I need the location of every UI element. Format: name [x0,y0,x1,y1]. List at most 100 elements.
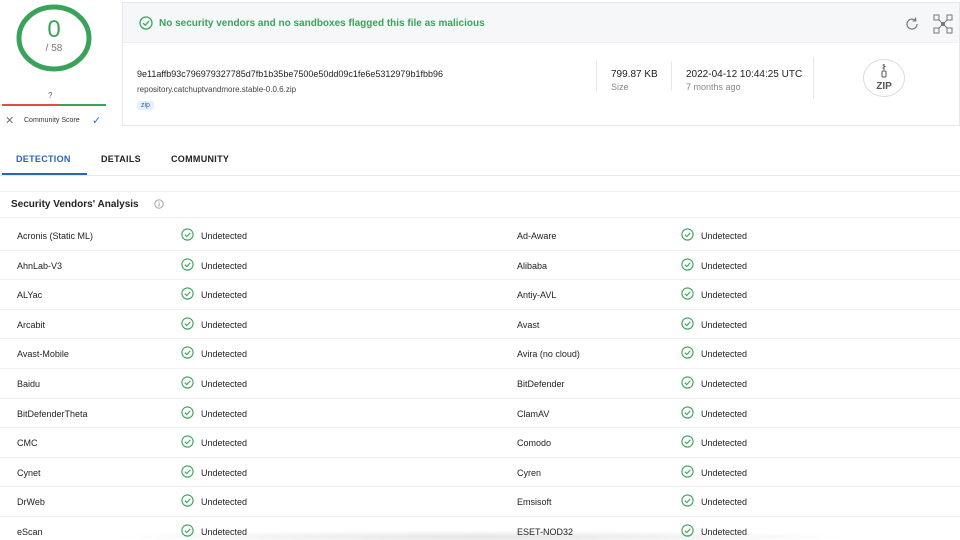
vendor-name: Emsisoft [517,497,552,508]
zip-file-icon: ZIP [863,59,905,97]
vendor-name: Avast [517,319,540,330]
detection-result-label: Undetected [201,290,248,301]
divider [596,61,597,91]
detection-result-label: Undetected [701,319,748,330]
tab-community[interactable]: COMMUNITY [171,154,229,164]
check-circle-icon [681,405,694,419]
vendor-name: eScan [17,526,43,537]
detection-result-label: Undetected [201,408,248,419]
vendor-name: Acronis (Static ML) [17,231,94,241]
checkmark-icon[interactable]: ✓ [92,114,101,127]
table-row: Cynet Undetected Cyren Undetected [0,458,960,488]
vendor-name: Cynet [17,467,41,478]
file-tag[interactable]: zip [137,101,154,110]
check-circle-icon [681,317,694,330]
file-info-panel: No security vendors and no sandboxes fla… [122,2,960,126]
detection-result-label: Undetected [701,231,748,241]
tab-detection[interactable]: DETECTION [16,154,71,164]
check-circle-icon [181,494,194,507]
community-score-label: Community Score [24,117,80,124]
vendor-name: BitDefenderTheta [17,408,88,419]
check-circle-icon [181,257,194,271]
detection-result-label: Undetected [701,378,748,389]
table-row: Arcabit Undetected Avast Undetected [0,310,960,340]
check-circle-icon [181,465,194,478]
detection-result-label: Undetected [201,260,248,271]
reload-icon[interactable] [903,15,921,33]
check-circle-icon [181,317,194,330]
vendor-name: Comodo [517,438,552,449]
detection-result-label: Undetected [701,260,748,271]
vendor-name: Baidu [17,378,41,389]
table-row: AhnLab-V3 Undetected Alibaba Undetected [0,251,960,281]
file-hash[interactable]: 9e11affb93c796979327785d7fb1b35be7500e50… [137,69,443,79]
detection-result-label: Undetected [701,290,748,301]
tab-details[interactable]: DETAILS [101,154,141,164]
section-title: Security Vendors' Analysis [11,199,139,210]
check-circle-icon [181,405,194,419]
table-row: Avast-Mobile Undetected Avira (no cloud) Un… [0,339,960,369]
divider [0,217,960,218]
check-circle-icon [139,16,153,30]
check-circle-icon [681,287,694,300]
check-circle-icon [681,435,694,448]
divider [0,191,960,192]
detection-result-label: Undetected [201,497,248,508]
check-circle-icon [181,435,194,448]
check-circle-icon [681,228,694,241]
community-score-value: ? [48,91,53,100]
detection-result-label: Undetected [201,467,248,478]
file-name: repository.catchuptvandmore.stable-0.0.6… [137,85,297,94]
check-circle-icon [181,287,194,300]
detection-count: 0 [47,16,61,43]
detection-result-label: Undetected [701,467,748,478]
vendor-table: Acronis (Static ML) Undetected Ad-Aware Und… [0,221,960,540]
table-row: Baidu Undetected BitDefender Undetected [0,369,960,399]
check-circle-icon [681,346,694,360]
detection-result-label: Undetected [201,349,248,360]
community-score-bar [2,104,106,106]
check-circle-icon [681,465,694,478]
detection-result-label: Undetected [701,497,748,508]
vendor-name: Avira (no cloud) [517,349,580,360]
vendor-name: Alibaba [517,260,548,271]
divider [813,57,814,99]
info-icon[interactable] [154,199,164,209]
scan-date-value: 2022-04-12 10:44:25 UTC [686,69,803,80]
vendor-name: Arcabit [17,319,46,330]
vendor-name: CMC [17,438,38,449]
divider [671,61,672,91]
vendor-name: DrWeb [17,497,45,508]
active-tab-indicator [2,173,87,175]
detection-result-label: Undetected [701,408,748,419]
vendor-name: AhnLab-V3 [17,260,63,271]
table-row: CMC Undetected Comodo Undetected [0,428,960,458]
zipper-icon [881,64,887,78]
vendor-name: Antiy-AVL [517,290,557,301]
vendor-name: ClamAV [517,408,550,419]
scan-date-relative: 7 months ago [686,82,741,92]
vendor-name: Avast-Mobile [17,349,69,360]
vendor-name: BitDefender [517,378,565,389]
detection-result-label: Undetected [701,438,748,449]
zip-label: ZIP [876,81,892,92]
graph-icon[interactable] [933,14,953,34]
detection-result-label: Undetected [701,349,748,360]
detection-total: / 58 [45,43,63,54]
table-row: ALYac Undetected Antiy-AVL Undetected [0,280,960,310]
status-banner: No security vendors and no sandboxes fla… [123,3,959,43]
vendor-name: Cyren [517,467,542,478]
detection-result-label: Undetected [201,231,248,241]
detection-score-widget: 0 / 58 ? ✕ Community Score ✓ [0,0,122,128]
bottom-shadow [100,530,860,540]
tab-bar: DETECTION DETAILS COMMUNITY [0,140,960,176]
detection-result-label: Undetected [201,319,248,330]
close-icon[interactable]: ✕ [5,114,14,127]
detection-result-label: Undetected [201,378,248,389]
table-row: DrWeb Undetected Emsisoft Undetected [0,487,960,517]
check-circle-icon [181,346,194,360]
check-circle-icon [181,228,194,241]
file-size-value: 799.87 KB [611,69,658,80]
file-size-label: Size [611,82,629,92]
table-row: BitDefenderTheta Undetected ClamAV Undetect… [0,399,960,429]
